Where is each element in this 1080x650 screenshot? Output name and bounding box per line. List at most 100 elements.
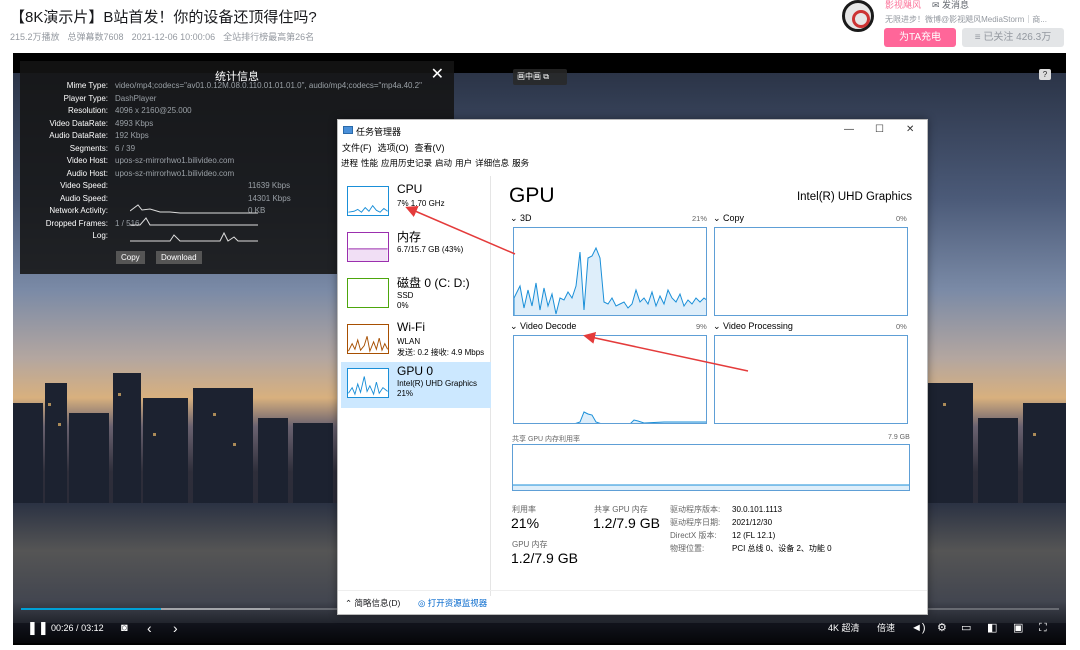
- menu-options[interactable]: 选项(O): [378, 143, 409, 153]
- tab-performance[interactable]: 性能: [361, 158, 378, 168]
- driver-date-row: 驱动程序日期: 2021/12/30: [670, 517, 772, 528]
- gpu-mem-value: 1.2/7.9 GB: [511, 550, 578, 566]
- stats-value: 14301 Kbps: [248, 193, 291, 203]
- tab-app-history[interactable]: 应用历史记录: [381, 158, 432, 168]
- stats-key: Audio Speed:: [59, 193, 108, 203]
- gpu-heading: GPU: [509, 184, 555, 207]
- stats-value: video/mp4;codecs="av01.0.12M.08.0.110.01…: [115, 81, 422, 90]
- tab-details[interactable]: 详细信息: [475, 158, 509, 168]
- engine-3d-pct: 21%: [692, 214, 708, 223]
- shared-mem-chart: [513, 484, 909, 490]
- menu-view[interactable]: 查看(V): [415, 143, 445, 153]
- engine-vdec-graph: [513, 335, 707, 424]
- settings-icon[interactable]: ⚙: [937, 621, 947, 635]
- widescreen-icon[interactable]: ◧: [987, 621, 997, 635]
- rank-text[interactable]: 全站排行榜最高第26名: [223, 32, 314, 42]
- chevron-down-icon: ⌄: [713, 321, 724, 331]
- quality-button[interactable]: 4K 超清: [828, 621, 860, 635]
- cpu-thumb-graph: [347, 186, 389, 216]
- memory-label: 内存: [397, 230, 422, 244]
- stats-key: Video DataRate:: [49, 118, 108, 128]
- stats-key: Log:: [92, 231, 108, 240]
- pip-button[interactable]: 画中画 ⧉: [513, 69, 567, 85]
- download-log-button[interactable]: Download: [156, 251, 202, 264]
- fullscreen-icon[interactable]: ⛶: [1039, 621, 1047, 635]
- sidebar-item-gpu[interactable]: GPU 0 Intel(R) UHD Graphics 21%: [341, 362, 491, 408]
- screenshot-icon[interactable]: ◙: [121, 621, 128, 635]
- maximize-icon[interactable]: ☐: [875, 124, 884, 135]
- disk-label: 磁盘 0 (C: D:): [397, 276, 470, 290]
- driver-version-row: 驱动程序版本: 30.0.101.1113: [670, 504, 782, 515]
- stats-value: 11639 Kbps: [248, 181, 291, 190]
- stats-sparklines: [130, 204, 258, 242]
- disk-thumb-graph: [347, 278, 389, 308]
- uploader-avatar[interactable]: [842, 0, 874, 32]
- help-icon[interactable]: ?: [1039, 69, 1051, 80]
- gpu-thumb-graph: [347, 368, 389, 398]
- tm-menubar: 文件(F) 选项(O) 查看(V): [342, 141, 451, 154]
- network-sparkline: [130, 231, 258, 242]
- engine-copy-label[interactable]: ⌄ Copy: [713, 213, 744, 224]
- gpu-details: GPU Intel(R) UHD Graphics ⌄ 3D 21% ⌄ Cop…: [492, 176, 928, 596]
- engine-vdec-label[interactable]: ⌄ Video Decode: [510, 321, 576, 332]
- task-manager-icon: [343, 126, 353, 134]
- stats-value: upos-sz-mirrorhwo1.bilivideo.com: [115, 168, 235, 178]
- prev-icon[interactable]: ‹: [147, 621, 152, 635]
- send-message-link[interactable]: ✉ 发消息: [932, 0, 969, 11]
- sidebar-item-memory[interactable]: 内存 6.7/15.7 GB (43%): [341, 226, 491, 272]
- engine-3d-label[interactable]: ⌄ 3D: [510, 213, 532, 224]
- mini-player-icon[interactable]: ▭: [961, 621, 971, 635]
- speed-button[interactable]: 倍速: [877, 621, 895, 635]
- engine-vproc-graph: [714, 335, 908, 424]
- fewer-details-button[interactable]: ⌃ 简略信息(D): [345, 597, 400, 609]
- sidebar-item-wifi[interactable]: Wi-Fi WLAN 发送: 0.2 接收: 4.9 Mbps: [341, 318, 491, 364]
- follow-button[interactable]: ≡ 已关注 426.3万: [962, 28, 1064, 47]
- danmaku-count: 总弹幕数7608: [67, 32, 124, 42]
- memory-thumb-graph: [347, 232, 389, 262]
- shared-mem-value: 1.2/7.9 GB: [593, 515, 660, 531]
- menu-file[interactable]: 文件(F): [342, 143, 372, 153]
- stats-value: 6 / 39: [115, 143, 136, 153]
- sidebar-item-cpu[interactable]: CPU 7% 1.70 GHz: [341, 180, 491, 226]
- pause-icon[interactable]: ❚❚: [27, 621, 49, 635]
- engine-3d-graph: [513, 227, 707, 316]
- chevron-down-icon: ⌄: [510, 213, 521, 223]
- uploader-desc: 无限进步！微博@影视飓风MediaStorm｜商...: [885, 15, 1047, 24]
- tm-titlebar[interactable]: 任务管理器 — ☐ ✕: [338, 120, 927, 140]
- tab-processes[interactable]: 进程: [341, 158, 358, 168]
- uploader-name[interactable]: 影视飓风: [885, 0, 921, 11]
- time-display: 00:26 / 03:12: [51, 621, 104, 635]
- engine-vdec-name: Video Decode: [520, 321, 577, 331]
- util-value: 21%: [511, 515, 540, 531]
- web-fullscreen-icon[interactable]: ▣: [1013, 621, 1023, 635]
- chevron-down-icon: ⌄: [713, 213, 724, 223]
- volume-icon[interactable]: ◄): [911, 621, 926, 635]
- tm-title: 任务管理器: [356, 127, 402, 137]
- stats-key: Resolution:: [67, 106, 108, 115]
- engine-copy-name: Copy: [723, 213, 745, 223]
- wifi-label: Wi-Fi: [397, 320, 425, 334]
- shared-mem-graph-label: 共享 GPU 内存利用率: [512, 436, 581, 443]
- directx-value: 12 (FL 12.1): [732, 531, 776, 540]
- driver-version-key: 驱动程序版本:: [670, 505, 721, 514]
- driver-date-value: 2021/12/30: [732, 518, 773, 527]
- tab-startup[interactable]: 启动: [435, 158, 452, 168]
- close-icon[interactable]: ✕: [906, 124, 914, 135]
- charge-button[interactable]: 为TA充电: [884, 28, 956, 47]
- copy-log-button[interactable]: Copy: [116, 251, 145, 264]
- memory-value: 6.7/15.7 GB (43%): [397, 245, 464, 254]
- engine-vproc-label[interactable]: ⌄ Video Processing: [713, 321, 793, 332]
- resource-monitor-link[interactable]: ◎ 打开资源监视器: [418, 597, 487, 609]
- publish-date: 2021-12-06 10:00:06: [131, 32, 216, 42]
- stats-value: 192 Kbps: [115, 131, 149, 140]
- tab-services[interactable]: 服务: [512, 158, 529, 168]
- gpu-label: GPU 0: [397, 364, 434, 378]
- perf-sidebar: CPU 7% 1.70 GHz 内存 6.7/15.7 GB (43%) 磁盘 …: [338, 176, 491, 596]
- tab-users[interactable]: 用户: [455, 158, 472, 168]
- stats-key: Video Host:: [66, 156, 108, 165]
- driver-date-key: 驱动程序日期:: [670, 518, 721, 527]
- next-icon[interactable]: ›: [173, 621, 178, 635]
- sidebar-item-disk[interactable]: 磁盘 0 (C: D:) SSD 0%: [341, 272, 491, 318]
- minimize-icon[interactable]: —: [844, 124, 854, 135]
- shared-mem-label: 共享 GPU 内存: [594, 505, 648, 514]
